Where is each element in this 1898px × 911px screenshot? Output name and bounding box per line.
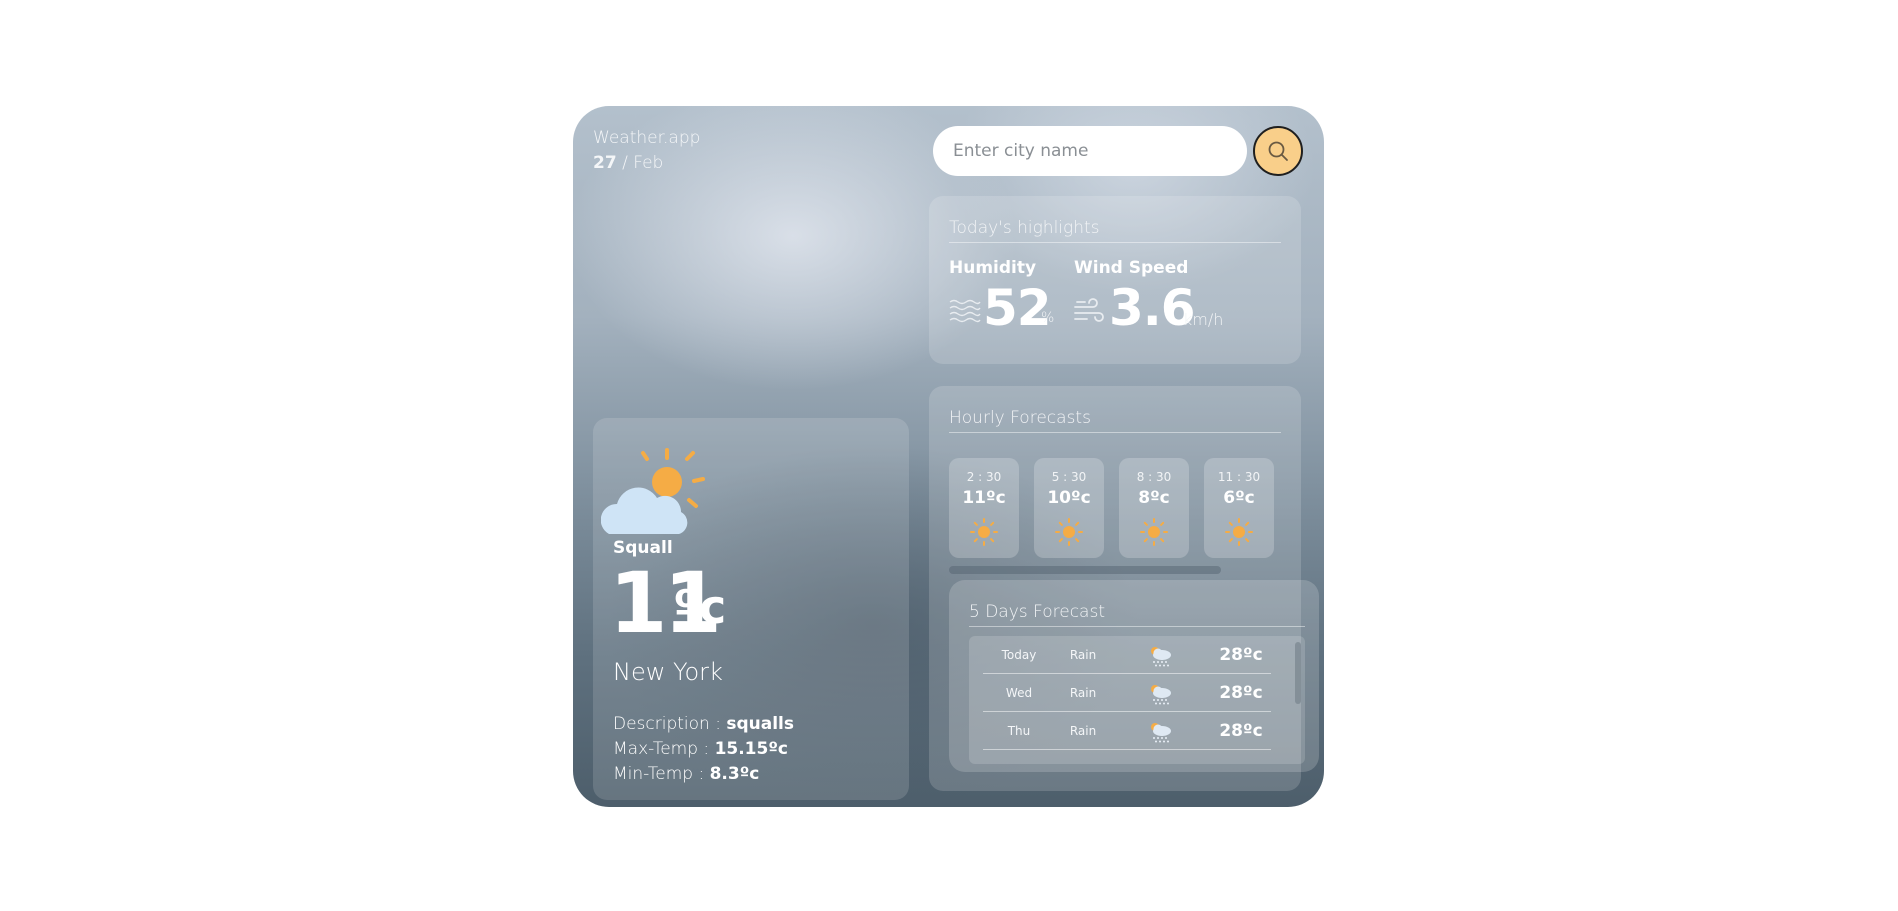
hourly-divider — [949, 432, 1281, 433]
max-temp-label: Max-Temp : — [613, 739, 715, 759]
wind-icon — [1074, 298, 1104, 322]
humidity-label: Humidity — [949, 258, 1037, 278]
forecast-row: Wed Rain 28ºc — [983, 674, 1271, 712]
hourly-card: 11 : 30 6ºc — [1204, 458, 1274, 558]
temperature-unit: ºc — [673, 580, 727, 634]
humidity-unit: % — [1041, 310, 1055, 326]
date-day: 27 — [593, 153, 617, 173]
five-day-scrollbar[interactable] — [1295, 642, 1301, 704]
min-temp-label: Min-Temp : — [613, 764, 710, 784]
min-temp-value: 8.3ºc — [709, 764, 760, 784]
hourly-temp: 10ºc — [1047, 488, 1091, 508]
hourly-scrollbar[interactable] — [949, 566, 1221, 574]
forecast-day: Thu — [1007, 724, 1031, 738]
humidity-icon — [949, 299, 981, 323]
current-date: 27 / Feb — [593, 153, 663, 173]
city-name: New York — [613, 658, 723, 686]
sun-icon — [1140, 518, 1168, 546]
hourly-time: 2 : 30 — [966, 470, 1002, 484]
partly-cloudy-icon — [601, 448, 705, 534]
sun-icon — [1225, 518, 1253, 546]
five-day-divider — [969, 626, 1305, 627]
min-temp-line: Min-Temp : 8.3ºc — [613, 764, 759, 784]
forecast-temp: 28ºc — [1219, 683, 1263, 703]
sun-icon — [970, 518, 998, 546]
forecast-day: Wed — [1005, 686, 1033, 700]
app-brand: Weather.app — [593, 128, 701, 148]
hourly-title: Hourly Forecasts — [949, 408, 1091, 428]
hourly-time: 5 : 30 — [1051, 470, 1087, 484]
forecast-temp: 28ºc — [1219, 721, 1263, 741]
description-value: squalls — [726, 714, 794, 734]
five-day-list[interactable]: Today Rain 28ºc Wed Rain 28ºc Thu Rain 2… — [969, 636, 1305, 764]
sun-icon — [1055, 518, 1083, 546]
forecast-description: Rain — [1069, 686, 1097, 700]
description-line: Description : squalls — [613, 714, 794, 734]
forecast-description: Rain — [1069, 724, 1097, 738]
search-button[interactable] — [1253, 126, 1303, 176]
hourly-card: 5 : 30 10ºc — [1034, 458, 1104, 558]
hourly-card: 8 : 30 8ºc — [1119, 458, 1189, 558]
forecast-row: Thu Rain 28ºc — [983, 712, 1271, 750]
date-month: Feb — [633, 153, 664, 173]
hourly-temp: 8ºc — [1138, 488, 1170, 508]
five-day-title: 5 Days Forecast — [969, 602, 1105, 622]
highlights-panel: Today's highlights Humidity 52 % Wind Sp… — [929, 196, 1301, 364]
wind-speed-value: 3.6 — [1109, 279, 1196, 337]
rain-cloud-icon — [1151, 723, 1171, 743]
max-temp-value: 15.15ºc — [714, 739, 788, 759]
city-search-input[interactable] — [933, 126, 1247, 176]
rain-cloud-icon — [1151, 647, 1171, 667]
description-label: Description : — [613, 714, 727, 734]
forecast-temp: 28ºc — [1219, 645, 1263, 665]
five-day-forecast-card: 5 Days Forecast Today Rain 28ºc Wed Rain… — [949, 580, 1319, 772]
hourly-temp: 6ºc — [1223, 488, 1255, 508]
wind-speed-label: Wind Speed — [1074, 258, 1189, 278]
forecast-day: Today — [1001, 648, 1037, 662]
date-separator: / — [616, 153, 634, 173]
hourly-time: 11 : 30 — [1217, 470, 1261, 484]
weather-app: Weather.app 27 / Feb Today's highlights … — [573, 106, 1324, 807]
hourly-card: 2 : 30 11ºc — [949, 458, 1019, 558]
forecast-row: Today Rain 28ºc — [983, 636, 1271, 674]
humidity-value: 52 — [983, 279, 1052, 337]
hourly-panel: Hourly Forecasts 2 : 30 11ºc 5 : 30 10ºc… — [929, 386, 1319, 791]
hourly-time: 8 : 30 — [1136, 470, 1172, 484]
highlights-divider — [949, 242, 1281, 243]
max-temp-line: Max-Temp : 15.15ºc — [613, 739, 788, 759]
current-weather-card: Squall 11 ºc New York Description : squa… — [593, 418, 909, 800]
highlights-title: Today's highlights — [949, 218, 1100, 238]
hourly-temp: 11ºc — [962, 488, 1006, 508]
forecast-description: Rain — [1069, 648, 1097, 662]
rain-cloud-icon — [1151, 685, 1171, 705]
search-icon — [1268, 141, 1288, 161]
wind-speed-unit: km/h — [1183, 310, 1224, 329]
